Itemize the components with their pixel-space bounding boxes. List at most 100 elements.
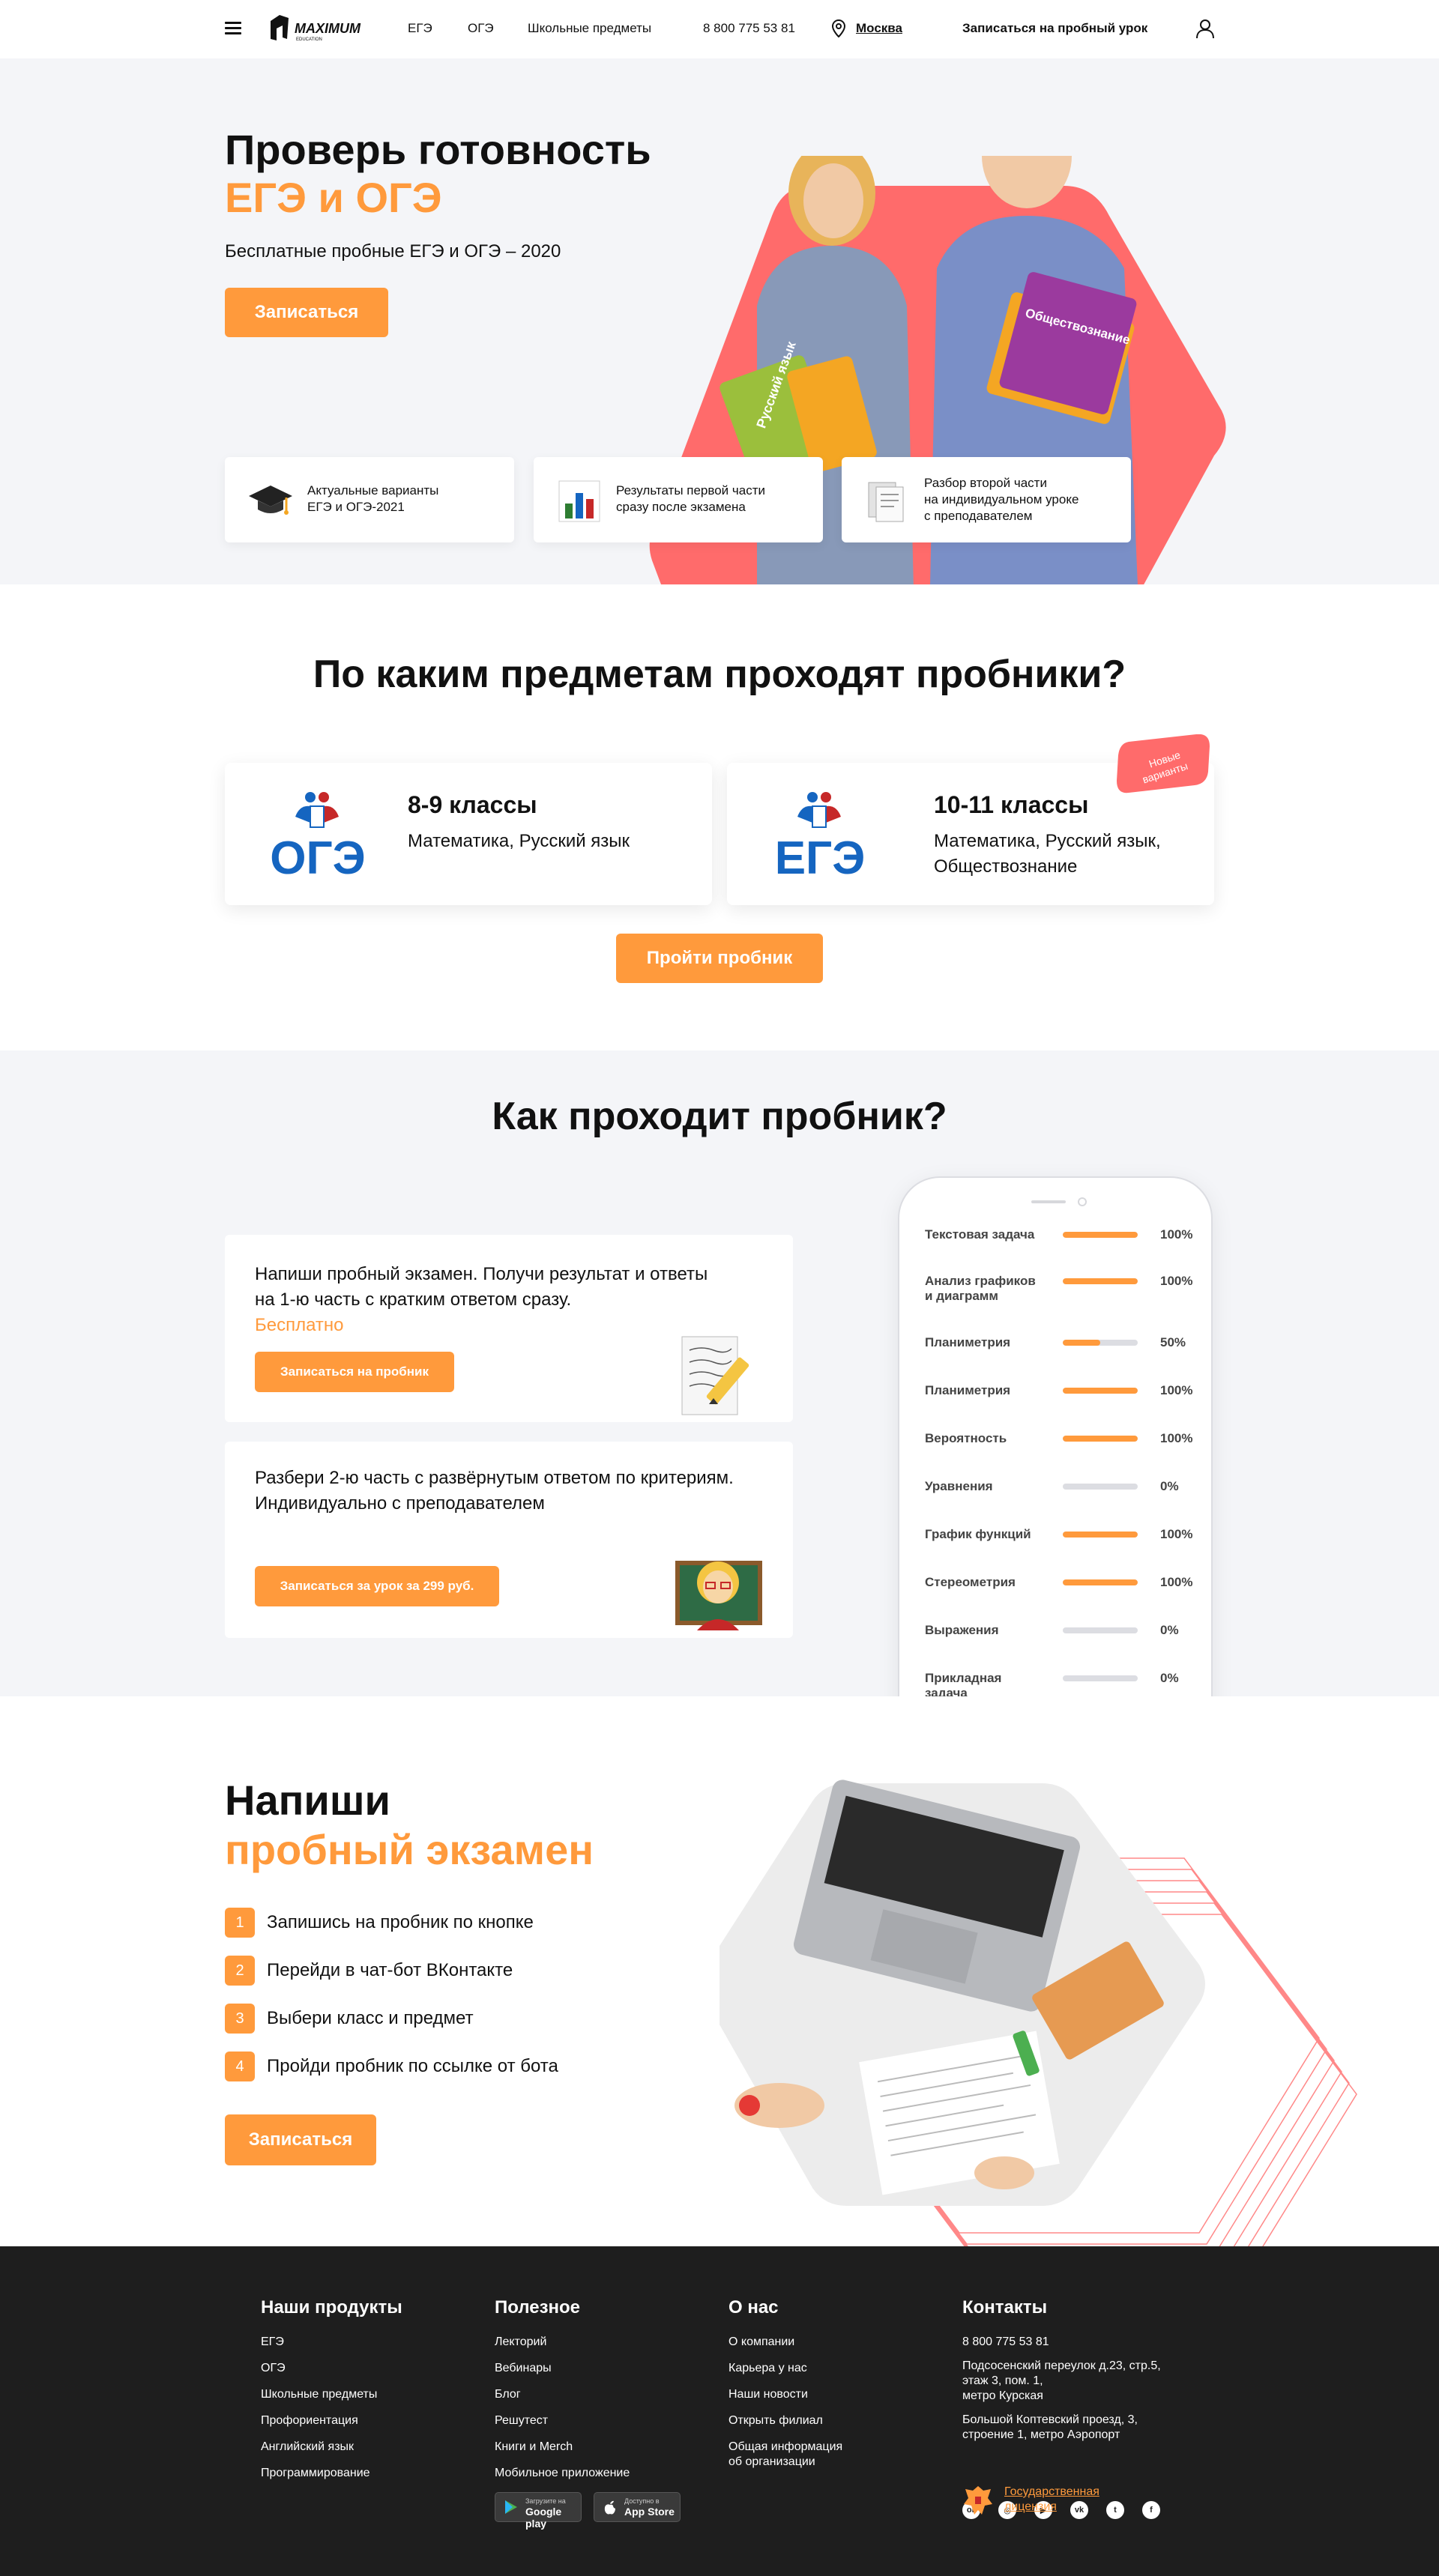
nav-school-subjects[interactable]: Школьные предметы xyxy=(528,21,651,36)
signup-trial-button[interactable]: Записаться на пробник xyxy=(255,1352,454,1392)
step-card-teacher: Разбери 2-ю часть с развёрнутым ответом … xyxy=(225,1442,793,1638)
result-progress-fill xyxy=(1063,1278,1138,1284)
result-percent: 0% xyxy=(1160,1671,1179,1685)
result-percent: 100% xyxy=(1160,1575,1193,1589)
graduation-cap-icon xyxy=(249,486,292,515)
footer-link[interactable]: Наши новости xyxy=(728,2387,842,2402)
footer-link[interactable]: Школьные предметы xyxy=(261,2387,402,2402)
footer-link[interactable]: ОГЭ xyxy=(261,2361,402,2376)
step-number: 4 xyxy=(225,2052,255,2081)
step-text: Перейди в чат-бот ВКонтакте xyxy=(267,1960,513,1980)
grade-label: 8-9 классы xyxy=(408,791,537,818)
hero-signup-button[interactable]: Записаться xyxy=(225,288,388,337)
result-topic: Анализ графиков и диаграмм xyxy=(925,1274,1036,1303)
nav-ege[interactable]: ЕГЭ xyxy=(408,21,432,36)
step-card-free: Напиши пробный экзамен. Получи результат… xyxy=(225,1235,793,1422)
license-link[interactable]: Государственная лицензия xyxy=(1004,2485,1099,2515)
subject-card-oge[interactable]: ОГЭ 8-9 классы Математика, Русский язык xyxy=(225,763,712,905)
result-topic: Выражения xyxy=(925,1623,999,1637)
footer-link[interactable]: О компании xyxy=(728,2335,842,2350)
result-progress-fill xyxy=(1063,1436,1138,1442)
footer-link[interactable]: Общая информация об организации xyxy=(728,2440,842,2470)
feature-text: Результаты первой части сразу после экза… xyxy=(616,483,765,514)
footer-link[interactable]: Мобильное приложение xyxy=(495,2466,630,2481)
footer-heading: Контакты xyxy=(962,2297,1048,2318)
footer-link[interactable]: Профориентация xyxy=(261,2413,402,2428)
step-text: Запишись на пробник по кнопке xyxy=(267,1912,534,1932)
footer-link[interactable]: Лекторий xyxy=(495,2335,630,2350)
feature-card: Разбор второй части на индивидуальном ур… xyxy=(842,457,1131,542)
footer-link[interactable]: Блог xyxy=(495,2387,630,2402)
step-number: 3 xyxy=(225,2004,255,2034)
documents-icon xyxy=(868,482,904,522)
feature-card: Результаты первой части сразу после экза… xyxy=(534,457,823,542)
site-footer: Наши продукты ЕГЭ ОГЭ Школьные предметы … xyxy=(0,2246,1439,2576)
header-phone[interactable]: 8 800 775 53 81 xyxy=(703,21,795,36)
subject-list: Математика, Русский язык xyxy=(408,831,630,851)
user-icon[interactable] xyxy=(1195,18,1215,39)
signup-lesson-button[interactable]: Записаться за урок за 299 руб. xyxy=(255,1566,499,1606)
result-topic: Планиметрия xyxy=(925,1383,1011,1397)
brand-logo[interactable]: MAXIMUM EDUCATION xyxy=(266,10,375,46)
app-store-button[interactable]: Доступно в App Store xyxy=(594,2492,681,2522)
result-progress-bar xyxy=(1063,1532,1138,1538)
result-percent: 100% xyxy=(1160,1431,1193,1445)
footer-link[interactable]: Карьера у нас xyxy=(728,2361,842,2376)
subjects-title: По каким предметам проходят пробники? xyxy=(313,653,1126,696)
step-text: Разбери 2-ю часть с развёрнутым ответом … xyxy=(255,1468,734,1514)
result-progress-fill xyxy=(1063,1388,1138,1394)
result-progress-bar xyxy=(1063,1436,1138,1442)
result-progress-fill xyxy=(1063,1532,1138,1538)
nav-oge[interactable]: ОГЭ xyxy=(468,21,494,36)
bar-chart-icon xyxy=(558,480,600,522)
result-progress-bar xyxy=(1063,1675,1138,1681)
result-percent: 100% xyxy=(1160,1274,1193,1288)
footer-phone[interactable]: 8 800 775 53 81 xyxy=(962,2335,1161,2350)
step-text: Напиши пробный экзамен. Получи результат… xyxy=(255,1262,708,1338)
try-trial-button[interactable]: Пройти пробник xyxy=(616,934,823,983)
result-topic: График функций xyxy=(925,1527,1031,1541)
footer-link[interactable]: Книги и Merch xyxy=(495,2440,630,2455)
footer-link[interactable]: ЕГЭ xyxy=(261,2335,402,2350)
result-progress-bar xyxy=(1063,1579,1138,1585)
result-progress-bar xyxy=(1063,1388,1138,1394)
write-signup-button[interactable]: Записаться xyxy=(225,2114,376,2165)
step-number: 2 xyxy=(225,1956,255,1986)
city-select[interactable]: Москва xyxy=(856,21,902,36)
hero-subtitle: Бесплатные пробные ЕГЭ и ОГЭ – 2020 xyxy=(225,241,561,261)
result-topic: Планиметрия xyxy=(925,1335,1011,1349)
result-topic: Вероятность xyxy=(925,1431,1007,1445)
location-pin-icon xyxy=(832,19,845,37)
result-percent: 0% xyxy=(1160,1623,1179,1637)
how-section: Как проходит пробник? Напиши пробный экз… xyxy=(0,1050,1439,1696)
footer-products: Наши продукты ЕГЭ ОГЭ Школьные предметы … xyxy=(261,2297,402,2492)
menu-icon[interactable] xyxy=(225,22,241,35)
teacher-icon xyxy=(675,1561,762,1630)
feature-text: Актуальные варианты ЕГЭ и ОГЭ-2021 xyxy=(307,483,439,514)
footer-link[interactable]: Английский язык xyxy=(261,2440,402,2455)
footer-link[interactable]: Программирование xyxy=(261,2466,402,2481)
footer-link[interactable]: Решутест xyxy=(495,2413,630,2428)
result-progress-fill xyxy=(1063,1579,1138,1585)
twitter-icon[interactable]: t xyxy=(1106,2501,1124,2519)
google-play-button[interactable]: Загрузите на Google play xyxy=(495,2492,582,2530)
feature-card: Актуальные варианты ЕГЭ и ОГЭ-2021 xyxy=(225,457,514,542)
footer-link[interactable]: Вебинары xyxy=(495,2361,630,2376)
free-label: Бесплатно xyxy=(255,1315,344,1335)
new-variants-badge: Новые варианты xyxy=(1117,734,1210,793)
footer-about: О нас О компании Карьера у нас Наши ново… xyxy=(728,2297,842,2481)
trial-lesson-link[interactable]: Записаться на пробный урок xyxy=(962,21,1147,36)
feature-text: Разбор второй части на индивидуальном ур… xyxy=(924,476,1079,523)
result-topic: Прикладная задача xyxy=(925,1671,1002,1696)
footer-useful: Полезное Лекторий Вебинары Блог Решутест… xyxy=(495,2297,630,2492)
hero-title: Проверь готовность ЕГЭ и ОГЭ xyxy=(225,126,651,221)
ege-logo-icon: ЕГЭ xyxy=(775,792,865,883)
result-topic: Текстовая задача xyxy=(925,1227,1035,1242)
phone-results-mockup: Текстовая задача 100% Анализ графиков и ди… xyxy=(898,1176,1213,1696)
result-progress-bar xyxy=(1063,1340,1138,1346)
facebook-icon[interactable]: f xyxy=(1142,2501,1160,2519)
result-progress-fill xyxy=(1063,1340,1100,1346)
grade-label: 10-11 классы xyxy=(934,791,1089,818)
footer-link[interactable]: Открыть филиал xyxy=(728,2413,842,2428)
result-topic: Стереометрия xyxy=(925,1575,1016,1589)
